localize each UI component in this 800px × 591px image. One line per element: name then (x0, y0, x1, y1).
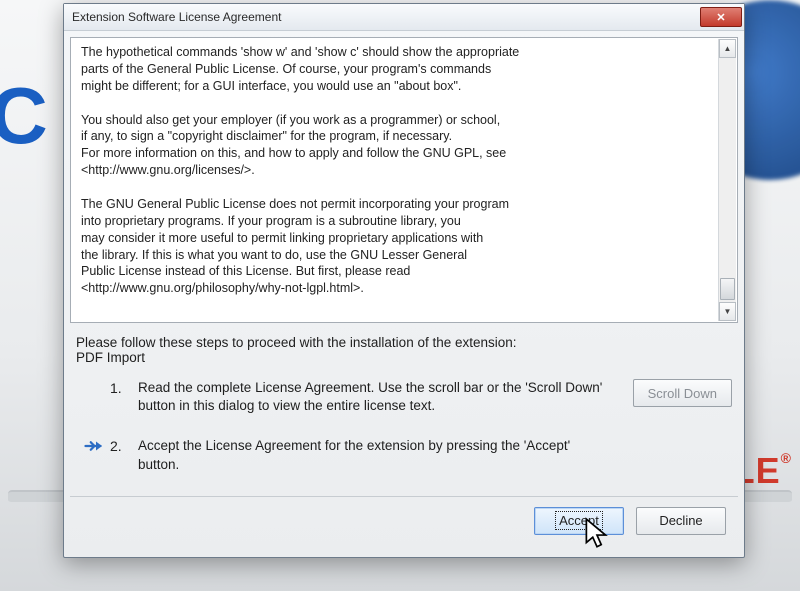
scroll-down-button[interactable]: Scroll Down (633, 379, 732, 407)
step-number: 1. (110, 379, 138, 396)
instructions: Please follow these steps to proceed wit… (76, 335, 732, 365)
scrollbar[interactable]: ▲ ▼ (718, 39, 736, 321)
step-text: Read the complete License Agreement. Use… (138, 379, 622, 415)
instructions-line1: Please follow these steps to proceed wit… (76, 335, 732, 350)
instructions-line2: PDF Import (76, 350, 732, 365)
step-row: 1. Read the complete License Agreement. … (76, 379, 732, 415)
dialog-footer: Accept Decline (70, 497, 738, 547)
step-indicator-col (76, 437, 110, 453)
license-text: The hypothetical commands 'show w' and '… (81, 44, 715, 297)
accept-button[interactable]: Accept (534, 507, 624, 535)
accept-button-label: Accept (557, 513, 601, 528)
license-dialog: Extension Software License Agreement ✕ T… (63, 3, 745, 558)
close-button[interactable]: ✕ (700, 7, 742, 27)
background-letter: C (0, 70, 48, 162)
decline-button[interactable]: Decline (636, 507, 726, 535)
scrollbar-thumb[interactable] (720, 278, 735, 300)
scroll-down-arrow[interactable]: ▼ (719, 302, 736, 321)
step-indicator-col (76, 379, 110, 381)
step-text: Accept the License Agreement for the ext… (138, 437, 622, 473)
dialog-content: The hypothetical commands 'show w' and '… (64, 31, 744, 557)
scroll-up-button[interactable]: ▲ (719, 39, 736, 58)
current-step-arrow-icon (84, 439, 102, 453)
step-number: 2. (110, 437, 138, 454)
dialog-title: Extension Software License Agreement (72, 10, 700, 24)
titlebar[interactable]: Extension Software License Agreement ✕ (64, 4, 744, 31)
scrollbar-track[interactable] (719, 58, 736, 302)
step-row: 2. Accept the License Agreement for the … (76, 437, 732, 473)
license-text-box: The hypothetical commands 'show w' and '… (70, 37, 738, 323)
close-icon: ✕ (716, 11, 725, 24)
steps-list: 1. Read the complete License Agreement. … (76, 379, 732, 474)
